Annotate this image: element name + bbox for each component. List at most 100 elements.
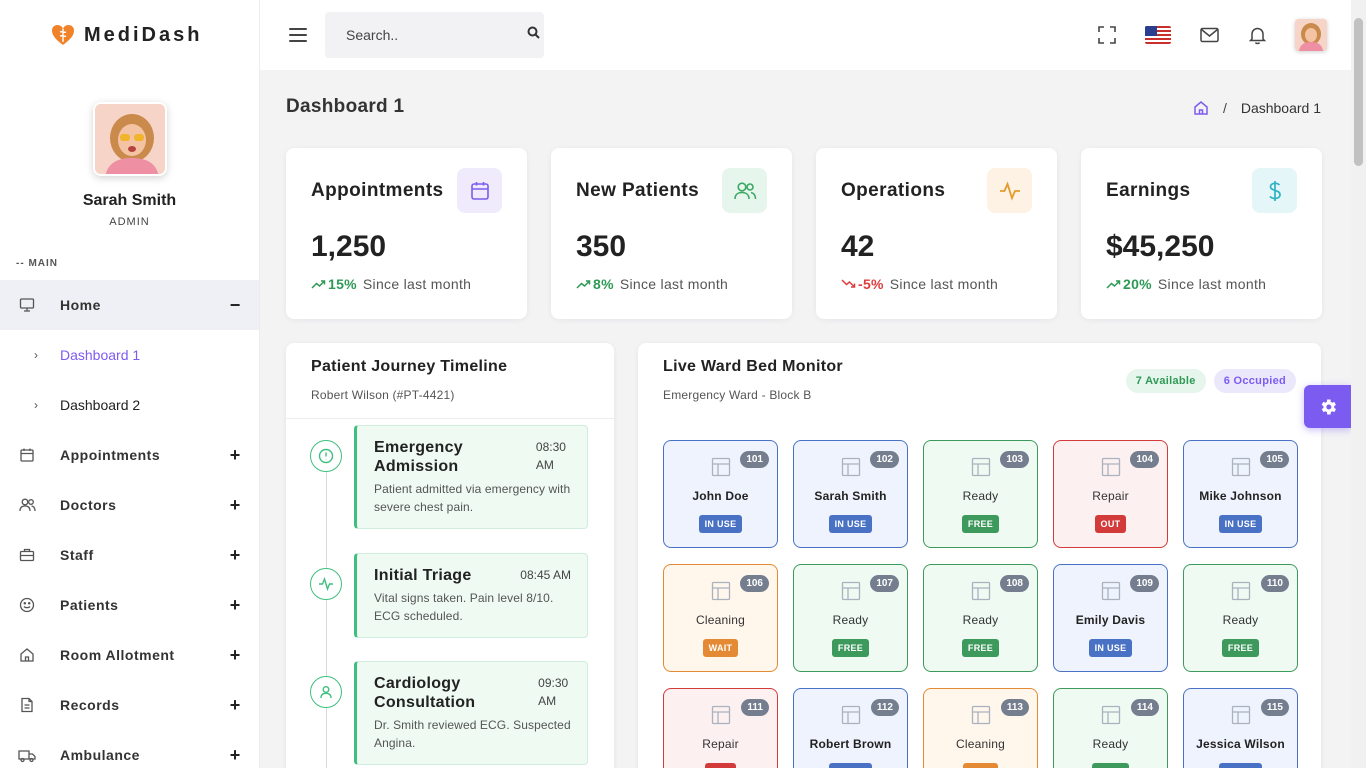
sidebar-item-records[interactable]: Records +: [0, 680, 259, 730]
settings-button[interactable]: [1304, 385, 1351, 428]
bed-occupant: Mike Johnson: [1199, 489, 1282, 503]
menu-icon[interactable]: [289, 28, 307, 42]
gear-icon: [1321, 399, 1336, 414]
sidebar-subitem-label: Dashboard 1: [60, 347, 141, 363]
brand-name: MediDash: [84, 23, 203, 46]
bed-tile[interactable]: 115 Jessica Wilson IN USE: [1183, 688, 1298, 768]
bed-tile[interactable]: 105 Mike Johnson IN USE: [1183, 440, 1298, 548]
brand[interactable]: MediDash: [0, 0, 259, 70]
bed-number: 106: [740, 575, 769, 592]
trend-down-indicator: -5%: [841, 276, 884, 292]
home-icon[interactable]: [1193, 100, 1209, 116]
user-avatar[interactable]: [1295, 19, 1327, 51]
expand-icon[interactable]: +: [227, 545, 243, 566]
search-input[interactable]: [346, 27, 527, 43]
bed-number: 112: [870, 699, 899, 716]
card-header: Patient Journey Timeline Robert Wilson (…: [286, 343, 614, 419]
sidebar-item-patients[interactable]: Patients +: [0, 580, 259, 630]
bed-tile[interactable]: 103 Ready FREE: [923, 440, 1038, 548]
scrollbar-thumb[interactable]: [1354, 18, 1363, 166]
bed-tile[interactable]: 101 John Doe IN USE: [663, 440, 778, 548]
users-icon: [722, 168, 767, 213]
bed-layout-icon: [1101, 581, 1120, 601]
bed-layout-icon: [971, 705, 990, 725]
page-scrollbar[interactable]: [1351, 0, 1366, 768]
avatar[interactable]: [92, 102, 167, 176]
bed-tile[interactable]: 102 Sarah Smith IN USE: [793, 440, 908, 548]
bed-occupant: Jessica Wilson: [1196, 737, 1285, 751]
expand-icon[interactable]: +: [227, 745, 243, 766]
bed-layout-icon: [971, 581, 990, 601]
ward-summary: 7 Available 6 Occupied: [1125, 369, 1296, 393]
bed-tile[interactable]: 114 Ready FREE: [1053, 688, 1168, 768]
bed-layout-icon: [1231, 705, 1250, 725]
stat-card-new-patients: New Patients 350 8% Since last month: [551, 148, 792, 319]
timeline-event-card[interactable]: Cardiology Consultation 09:30 AM Dr. Smi…: [354, 661, 588, 765]
bed-occupant: Repair: [1092, 489, 1129, 503]
bed-tile[interactable]: 111 Repair OUT: [663, 688, 778, 768]
heart-logo-icon: [52, 25, 74, 45]
bed-tile[interactable]: 112 Robert Brown IN USE: [793, 688, 908, 768]
stat-since: Since last month: [362, 276, 472, 292]
stat-title: Operations: [841, 180, 946, 201]
expand-icon[interactable]: +: [227, 645, 243, 666]
bed-number: 101: [740, 451, 769, 468]
expand-icon[interactable]: +: [227, 595, 243, 616]
sidebar-item-staff[interactable]: Staff +: [0, 530, 259, 580]
bed-tile[interactable]: 113 Cleaning WAIT: [923, 688, 1038, 768]
search-icon[interactable]: [527, 26, 540, 44]
sidebar-item-label: Records: [60, 697, 120, 713]
stat-value: 42: [841, 230, 875, 263]
chevron-right-icon: ›: [34, 398, 38, 412]
card-subtitle: Robert Wilson (#PT-4421): [311, 388, 455, 402]
bed-tile[interactable]: 106 Cleaning WAIT: [663, 564, 778, 672]
stat-value: 1,250: [311, 230, 387, 263]
event-name: Initial Triage: [374, 567, 472, 584]
sidebar-item-label: Home: [60, 297, 101, 313]
bed-status-badge: FREE: [961, 515, 1000, 533]
bed-occupant: Ready: [1222, 613, 1259, 627]
profile-name: Sarah Smith: [82, 192, 177, 209]
sidebar-subitem-label: Dashboard 2: [60, 397, 141, 413]
sidebar-subitem-dashboard-2[interactable]: › Dashboard 2: [0, 380, 259, 430]
avatar-image: [94, 104, 165, 174]
bed-tile[interactable]: 109 Emily Davis IN USE: [1053, 564, 1168, 672]
timeline-event-card[interactable]: Emergency Admission 08:30 AM Patient adm…: [354, 425, 588, 529]
bell-icon[interactable]: [1247, 25, 1267, 45]
bed-number: 115: [1260, 699, 1289, 716]
sidebar-item-appointments[interactable]: Appointments +: [0, 430, 259, 480]
briefcase-icon: [18, 546, 36, 564]
card-title: Patient Journey Timeline: [311, 358, 508, 375]
stat-title: Appointments: [311, 180, 444, 201]
sidebar-subitem-dashboard-1[interactable]: › Dashboard 1: [0, 330, 259, 380]
fullscreen-icon[interactable]: [1097, 25, 1117, 45]
sidebar-item-ambulance[interactable]: Ambulance +: [0, 730, 259, 768]
trend-up-indicator: 15%: [311, 276, 357, 292]
mail-icon[interactable]: [1199, 25, 1219, 45]
breadcrumb-current: Dashboard 1: [1240, 100, 1321, 116]
sidebar-item-doctors[interactable]: Doctors +: [0, 480, 259, 530]
bed-status-badge: IN USE: [828, 515, 873, 533]
file-text-icon: [18, 696, 36, 714]
sidebar-item-home[interactable]: Home −: [0, 280, 259, 330]
bed-tile[interactable]: 108 Ready FREE: [923, 564, 1038, 672]
bed-number: 111: [741, 699, 769, 716]
bed-occupant: Sarah Smith: [814, 489, 887, 503]
expand-icon[interactable]: +: [227, 495, 243, 516]
expand-icon[interactable]: +: [227, 695, 243, 716]
alert-circle-icon: [310, 440, 342, 472]
bed-tile[interactable]: 107 Ready FREE: [793, 564, 908, 672]
bed-tile[interactable]: 104 Repair OUT: [1053, 440, 1168, 548]
sidebar-item-room-allotment[interactable]: Room Allotment +: [0, 630, 259, 680]
collapse-icon[interactable]: −: [227, 295, 243, 316]
bed-status-badge: WAIT: [962, 763, 999, 768]
users-icon: [18, 496, 36, 514]
us-flag-icon[interactable]: [1145, 26, 1171, 44]
stat-change: 15%: [328, 276, 357, 292]
timeline-event-card[interactable]: Initial Triage 08:45 AM Vital signs take…: [354, 553, 588, 638]
timeline-line: [326, 455, 327, 768]
expand-icon[interactable]: +: [227, 445, 243, 466]
bed-tile[interactable]: 110 Ready FREE: [1183, 564, 1298, 672]
top-header: [260, 0, 1351, 70]
activity-icon: [987, 168, 1032, 213]
